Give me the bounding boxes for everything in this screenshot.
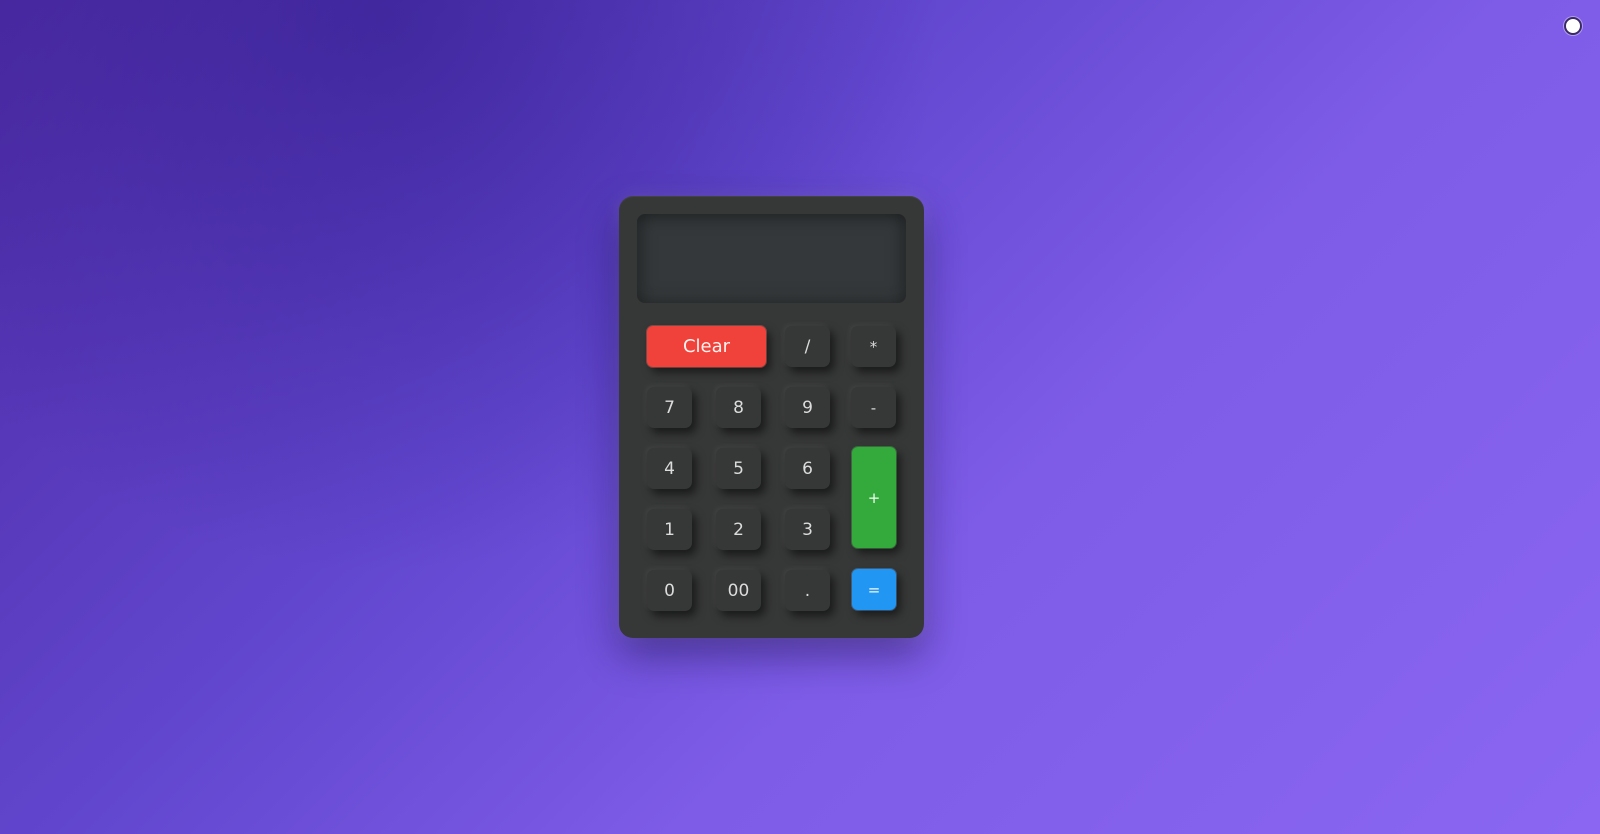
plus-button[interactable]: + [852,447,896,548]
digit-0-button[interactable]: 0 [647,570,692,611]
digit-6-button[interactable]: 6 [785,448,830,489]
calculator-display [637,214,906,303]
digit-2-button[interactable]: 2 [716,509,761,550]
digit-4-button[interactable]: 4 [647,448,692,489]
digit-3-button[interactable]: 3 [785,509,830,550]
double-zero-button[interactable]: 00 [716,570,761,611]
calculator: Clear / * 7 8 9 - 4 5 6 + 1 2 3 0 00 . = [619,196,924,638]
theme-toggle-icon[interactable] [1564,17,1582,35]
multiply-button[interactable]: * [851,326,896,367]
digit-5-button[interactable]: 5 [716,448,761,489]
digit-9-button[interactable]: 9 [785,387,830,428]
decimal-button[interactable]: . [785,570,830,611]
equals-button[interactable]: = [852,569,896,610]
minus-button[interactable]: - [851,387,896,428]
digit-1-button[interactable]: 1 [647,509,692,550]
clear-button[interactable]: Clear [647,326,766,367]
divide-button[interactable]: / [785,326,830,367]
digit-8-button[interactable]: 8 [716,387,761,428]
digit-7-button[interactable]: 7 [647,387,692,428]
